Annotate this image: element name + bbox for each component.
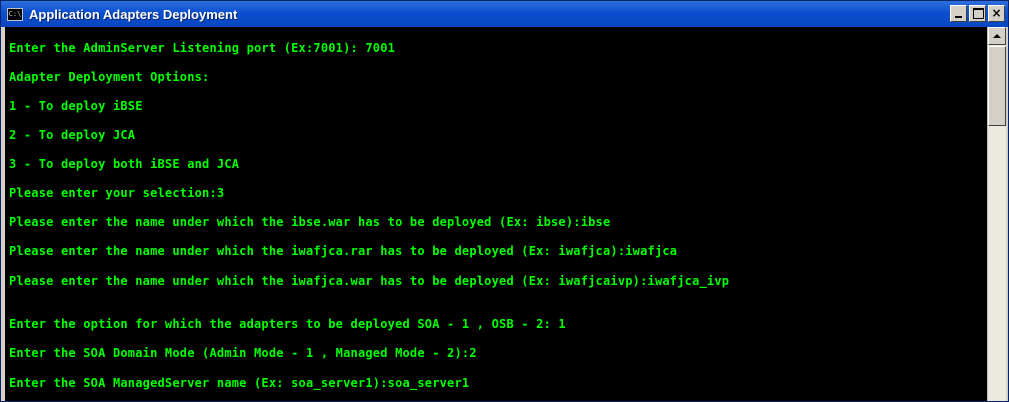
console-line: Please enter the name under which the iw… bbox=[9, 244, 678, 258]
console-line: Enter the AdminServer Listening port (Ex… bbox=[9, 41, 396, 55]
scroll-up-button[interactable] bbox=[988, 27, 1006, 45]
console-line: Enter the SOA ManagedServer name (Ex: so… bbox=[9, 376, 470, 390]
window-title: Application Adapters Deployment bbox=[29, 6, 238, 22]
console-line: Enter the option for which the adapters … bbox=[9, 317, 566, 331]
title-bar[interactable]: C:\ Application Adapters Deployment × bbox=[1, 1, 1008, 27]
console-line: 2 - To deploy JCA bbox=[9, 128, 136, 142]
console-line: Adapter Deployment Options: bbox=[9, 70, 210, 84]
console-line: Please enter your selection:3 bbox=[9, 186, 225, 200]
arrow-up-icon bbox=[993, 34, 1001, 38]
scroll-thumb[interactable] bbox=[988, 46, 1006, 126]
close-button[interactable]: × bbox=[988, 5, 1005, 22]
console-line: Please enter the name under which the ib… bbox=[9, 215, 611, 229]
caption-buttons: × bbox=[950, 5, 1005, 22]
console-app-icon[interactable]: C:\ bbox=[7, 7, 23, 21]
console-output[interactable]: Enter the AdminServer Listening port (Ex… bbox=[5, 27, 987, 401]
console-line: 1 - To deploy iBSE bbox=[9, 99, 143, 113]
maximize-button[interactable] bbox=[969, 5, 986, 22]
maximize-icon bbox=[973, 8, 984, 19]
console-line: Enter the SOA Domain Mode (Admin Mode - … bbox=[9, 346, 477, 360]
console-line: 3 - To deploy both iBSE and JCA bbox=[9, 157, 240, 171]
console-window: C:\ Application Adapters Deployment × En… bbox=[0, 0, 1009, 402]
vertical-scrollbar[interactable] bbox=[987, 27, 1006, 401]
minimize-button[interactable] bbox=[950, 5, 967, 22]
close-icon: × bbox=[991, 6, 1002, 20]
console-line: Please enter the name under which the iw… bbox=[9, 274, 730, 288]
minimize-icon bbox=[955, 16, 962, 18]
